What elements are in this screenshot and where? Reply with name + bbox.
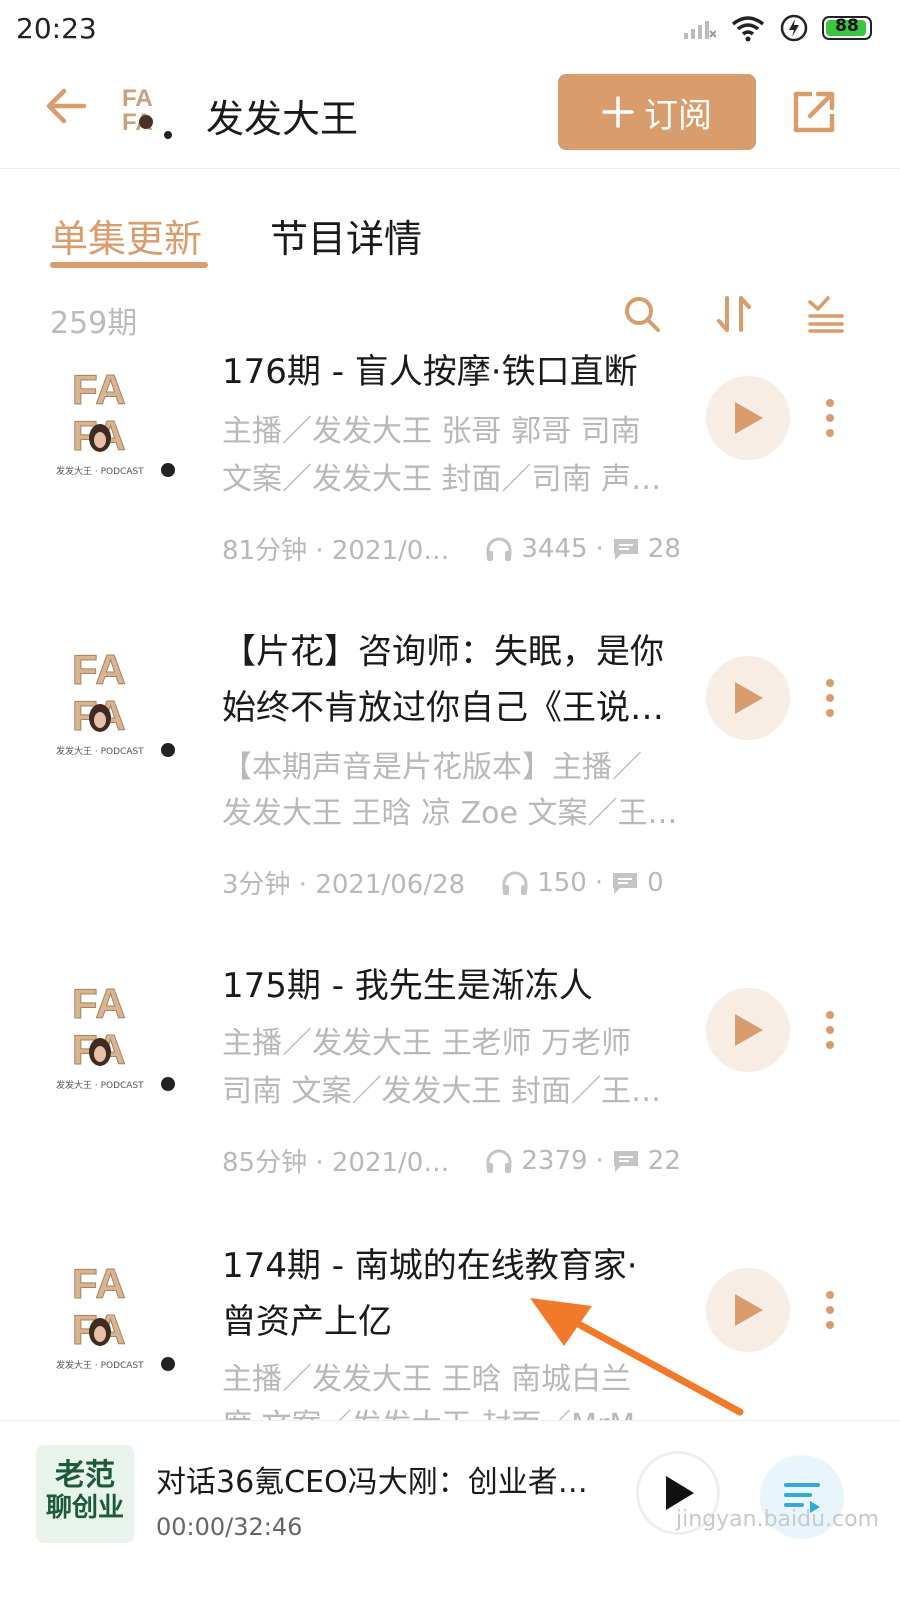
headphones-icon	[486, 537, 512, 561]
svg-text:FA: FA	[72, 646, 126, 693]
headphones-icon	[486, 1149, 512, 1173]
search-button[interactable]	[622, 294, 662, 338]
tab-active-indicator	[50, 262, 208, 268]
episode-duration-date: 85分钟 · 2021/0…	[222, 1148, 450, 1178]
app-header: FA FA 发发大王 订阅	[0, 60, 900, 169]
watermark: jingyan.baidu.com	[676, 1507, 880, 1532]
share-icon	[793, 91, 835, 133]
plus-icon	[602, 96, 634, 128]
podcast-title: 发发大王	[206, 97, 359, 141]
episode-meta: 81分钟 · 2021/0… 3445 · 28	[222, 530, 681, 567]
episode-plays: 3445	[521, 533, 588, 564]
wifi-icon	[731, 16, 765, 42]
now-playing-time: 00:00/32:46	[156, 1513, 303, 1541]
svg-text:发发大王 · PODCAST: 发发大王 · PODCAST	[56, 1079, 144, 1091]
battery-indicator: 88	[822, 16, 872, 40]
episode-cover: FA FA 发发大王 · PODCAST	[50, 1250, 182, 1382]
subscribe-button[interactable]: 订阅	[558, 74, 756, 150]
episode-description: 文案／发发大王 封面／司南 声…	[222, 462, 662, 497]
play-icon	[735, 402, 763, 434]
sort-icon	[717, 296, 751, 332]
headphones-icon	[502, 871, 528, 895]
episode-comments: 0	[647, 867, 664, 898]
mini-player[interactable]: 老范 聊创业 对话36氪CEO冯大刚：创业者… 00:00/32:46 jing…	[0, 1420, 900, 1601]
episode-description: 司南 文案／发发大王 封面／王…	[222, 1074, 662, 1109]
episode-plays: 2379	[521, 1145, 588, 1176]
episode-plays: 150	[537, 867, 587, 898]
svg-text:FA: FA	[122, 85, 153, 112]
episode-item[interactable]: FA FA 发发大王 · PODCAST 174期 - 南城的在线教育家· 曾资…	[0, 1236, 900, 1420]
signal-icon	[684, 21, 716, 39]
play-button[interactable]	[706, 656, 790, 740]
episode-item[interactable]: FA FA 发发大王 · PODCAST 175期 - 我先生是渐冻人 主播／发…	[0, 956, 900, 1196]
tab-details[interactable]: 节目详情	[270, 208, 422, 263]
filter-button[interactable]	[806, 294, 846, 338]
episode-description: 主播／发发大王 王老师 万老师	[222, 1026, 632, 1061]
more-button[interactable]	[820, 1010, 840, 1054]
subscribe-label: 订阅	[644, 95, 712, 136]
comment-icon	[613, 872, 638, 894]
svg-text:FA: FA	[72, 980, 126, 1027]
now-playing-title: 对话36氪CEO冯大刚：创业者…	[156, 1465, 588, 1500]
list-filter-icon	[808, 296, 844, 333]
play-icon	[735, 1014, 763, 1046]
charging-icon	[780, 14, 808, 42]
play-button[interactable]	[706, 376, 790, 460]
search-icon	[625, 297, 660, 332]
now-playing-cover: 老范 聊创业	[36, 1445, 134, 1543]
episode-title: 176期 - 盲人按摩·铁口直断	[222, 352, 638, 392]
episode-comments: 22	[647, 1145, 681, 1176]
episode-cover: FA FA 发发大王 · PODCAST	[50, 356, 182, 488]
episode-description: 主播／发发大王 张哥 郭哥 司南	[222, 414, 641, 449]
episode-count: 259期	[50, 306, 138, 341]
play-icon	[735, 682, 763, 714]
status-time: 20:23	[16, 12, 97, 45]
episode-title: 始终不肯放过你自己《王说…	[222, 688, 664, 728]
status-icons: 88	[682, 14, 872, 42]
annotation-arrow-icon	[530, 1298, 744, 1416]
svg-text:FA: FA	[72, 366, 126, 413]
comment-icon	[613, 538, 638, 560]
tab-episodes[interactable]: 单集更新	[50, 208, 202, 263]
more-button[interactable]	[820, 1290, 840, 1334]
episode-item[interactable]: FA FA 发发大王 · PODCAST 【片花】咨询师：失眠，是你 始终不肯放…	[0, 622, 900, 912]
back-button[interactable]	[44, 86, 88, 130]
episode-title: 174期 - 南城的在线教育家·	[222, 1246, 638, 1286]
more-button[interactable]	[820, 678, 840, 722]
more-button[interactable]	[820, 398, 840, 442]
more-vertical-icon	[826, 1011, 834, 1049]
episode-meta: 3分钟 · 2021/06/28 150 · 0	[222, 864, 664, 901]
episode-cover: FA FA 发发大王 · PODCAST	[50, 636, 182, 768]
svg-text:发发大王 · PODCAST: 发发大王 · PODCAST	[56, 1359, 144, 1371]
episode-description: 发发大王 王晗 凉 Zoe 文案／王…	[222, 796, 678, 831]
episode-title: 175期 - 我先生是渐冻人	[222, 966, 593, 1006]
episode-item[interactable]: FA FA 发发大王 · PODCAST 176期 - 盲人按摩·铁口直断 主播…	[0, 340, 900, 580]
podcast-logo: FA FA	[118, 80, 178, 144]
play-button[interactable]	[706, 988, 790, 1072]
cover-text-line: 老范	[55, 1458, 115, 1493]
episode-title: 【片花】咨询师：失眠，是你	[222, 632, 664, 672]
svg-text:FA: FA	[72, 1260, 126, 1307]
episode-cover: FA FA 发发大王 · PODCAST	[50, 970, 182, 1102]
more-vertical-icon	[826, 1291, 834, 1329]
sort-button[interactable]	[714, 294, 754, 338]
comment-icon	[613, 1150, 638, 1172]
svg-text:发发大王 · PODCAST: 发发大王 · PODCAST	[56, 745, 144, 757]
more-vertical-icon	[826, 399, 834, 437]
episode-comments: 28	[647, 533, 681, 564]
episode-meta: 85分钟 · 2021/0… 2379 · 22	[222, 1142, 681, 1179]
episode-duration-date: 3分钟 · 2021/06/28	[222, 870, 466, 900]
episode-description: 【本期声音是片花版本】主播／	[222, 750, 642, 785]
share-button[interactable]	[790, 88, 838, 140]
arrow-left-icon	[46, 88, 87, 124]
svg-text:发发大王 · PODCAST: 发发大王 · PODCAST	[56, 465, 144, 477]
more-vertical-icon	[826, 679, 834, 717]
cover-text-line: 聊创业	[45, 1493, 124, 1523]
episode-duration-date: 81分钟 · 2021/0…	[222, 536, 450, 566]
